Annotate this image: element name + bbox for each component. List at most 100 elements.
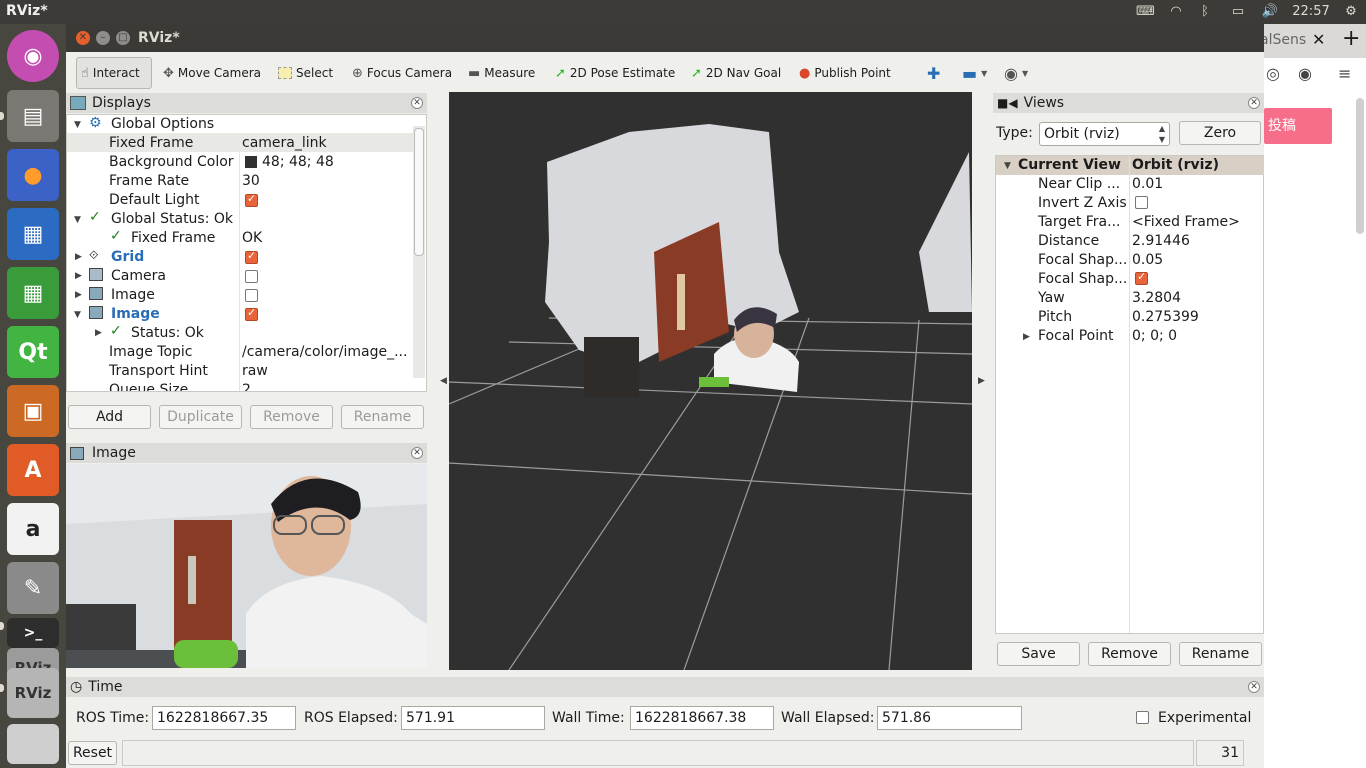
qt-icon[interactable]: Qt	[7, 326, 59, 378]
image-checkbox[interactable]	[245, 289, 258, 302]
add-tool-icon[interactable]: ✚	[927, 60, 940, 86]
target-frame-value[interactable]: <Fixed Frame>	[1132, 213, 1240, 232]
global-options-label[interactable]: Global Options	[111, 115, 214, 134]
add-display-button[interactable]: Add	[68, 405, 151, 429]
reset-button[interactable]: Reset	[68, 741, 117, 765]
writer-icon[interactable]: ▦	[7, 208, 59, 260]
queue-size-value[interactable]: 2	[242, 381, 251, 391]
image-topic-value[interactable]: /camera/color/image_...	[242, 343, 407, 362]
power-gear-icon[interactable]: ⚙	[1342, 4, 1360, 19]
ros-elapsed-field[interactable]: 571.91	[401, 706, 545, 730]
expand-arrow-icon[interactable]: ▼	[1004, 161, 1011, 171]
collapse-arrow-icon[interactable]: ▶	[75, 271, 82, 281]
expand-arrow-icon[interactable]: ▼	[74, 215, 81, 225]
right-splitter[interactable]: ▶	[974, 92, 990, 670]
post-button[interactable]: 投稿	[1264, 108, 1332, 144]
close-panel-icon[interactable]: ✕	[411, 447, 423, 459]
wall-elapsed-field[interactable]: 571.86	[877, 706, 1022, 730]
image-display-label-active[interactable]: Image	[111, 305, 160, 324]
settings-icon[interactable]: ✎	[7, 562, 59, 614]
remove-tool-icon[interactable]: ▬ ▼	[962, 60, 987, 86]
keyboard-icon[interactable]: ⌨	[1136, 4, 1155, 19]
publish-point-tool[interactable]: ● Publish Point	[799, 60, 891, 86]
near-clip-value[interactable]: 0.01	[1132, 175, 1163, 194]
close-window-icon[interactable]: ✕	[76, 31, 90, 45]
focus-camera-tool[interactable]: ⊕ Focus Camera	[352, 60, 452, 86]
maximize-window-icon[interactable]: □	[116, 31, 130, 45]
image-active-checkbox[interactable]	[245, 306, 258, 321]
invert-z-checkbox[interactable]	[1135, 196, 1148, 209]
terminal-icon[interactable]: >_	[7, 618, 59, 648]
browser-tab-title[interactable]: alSens	[1260, 32, 1306, 48]
transport-hint-value[interactable]: raw	[242, 362, 268, 381]
camera-display-label[interactable]: Camera	[111, 267, 166, 286]
window-titlebar[interactable]: ✕ – □ RViz*	[66, 24, 1264, 52]
pitch-value[interactable]: 0.275399	[1132, 308, 1199, 327]
fixed-frame-value[interactable]: camera_link	[242, 134, 327, 153]
select-tool[interactable]: Select	[278, 60, 333, 86]
frame-rate-value[interactable]: 30	[242, 172, 260, 191]
focal-shape-size-value[interactable]: 0.05	[1132, 251, 1163, 270]
wall-time-field[interactable]: 1622818667.38	[630, 706, 774, 730]
browser-scrollbar[interactable]	[1356, 98, 1364, 234]
experimental-checkbox[interactable]	[1136, 711, 1149, 724]
rename-view-button[interactable]: Rename	[1179, 642, 1262, 666]
measure-tool[interactable]: ▬ Measure	[468, 60, 535, 86]
minimize-window-icon[interactable]: –	[96, 31, 110, 45]
focal-point-value[interactable]: 0; 0; 0	[1132, 327, 1177, 346]
background-color-value[interactable]: 48; 48; 48	[262, 153, 334, 172]
trash-icon[interactable]	[7, 724, 59, 764]
distance-value[interactable]: 2.91446	[1132, 232, 1190, 251]
save-view-button[interactable]: Save	[997, 642, 1080, 666]
global-status-label[interactable]: Global Status: Ok	[111, 210, 233, 229]
grid-checkbox[interactable]	[245, 249, 258, 264]
displays-scrollbar[interactable]	[413, 126, 425, 378]
clock[interactable]: 22:57	[1290, 4, 1332, 19]
reader-icon[interactable]: ◎	[1266, 64, 1280, 83]
focal-shape-fixed-checkbox[interactable]	[1135, 270, 1148, 285]
collapse-left-icon[interactable]: ◀	[440, 376, 447, 386]
impress-icon[interactable]: ▣	[7, 385, 59, 437]
files-icon[interactable]: ▤	[7, 90, 59, 142]
current-view-label[interactable]: Current View	[1018, 156, 1121, 175]
camera-checkbox[interactable]	[245, 270, 258, 283]
duplicate-display-button[interactable]: Duplicate	[159, 405, 242, 429]
eye-icon[interactable]: ◉ ▼	[1004, 60, 1028, 86]
default-light-checkbox[interactable]	[245, 192, 258, 207]
volume-icon[interactable]: 🔊	[1260, 4, 1280, 19]
collapse-arrow-icon[interactable]: ▶	[75, 290, 82, 300]
expand-arrow-icon[interactable]: ▼	[74, 310, 81, 320]
chevron-down-icon[interactable]: ▼	[1022, 69, 1028, 78]
expand-arrow-icon[interactable]: ▼	[74, 120, 81, 130]
new-tab-icon[interactable]: +	[1342, 26, 1360, 51]
scrollbar-thumb[interactable]	[414, 128, 424, 256]
close-panel-icon[interactable]: ✕	[411, 97, 423, 109]
software-center-icon[interactable]: A	[7, 444, 59, 496]
nav-goal-tool[interactable]: ➚ 2D Nav Goal	[691, 60, 781, 86]
render-viewport[interactable]	[449, 92, 972, 670]
view-type-select[interactable]: Orbit (rviz) ▲ ▼	[1039, 122, 1170, 146]
calc-icon[interactable]: ▦	[7, 267, 59, 319]
menu-icon[interactable]: ≡	[1338, 64, 1351, 83]
collapse-right-icon[interactable]: ▶	[978, 376, 985, 386]
battery-icon[interactable]: ▭	[1226, 4, 1250, 19]
pose-estimate-tool[interactable]: ➚ 2D Pose Estimate	[555, 60, 675, 86]
collapse-arrow-icon[interactable]: ▶	[1023, 332, 1030, 342]
yaw-value[interactable]: 3.2804	[1132, 289, 1181, 308]
close-panel-icon[interactable]: ✕	[1248, 681, 1260, 693]
left-splitter[interactable]: ◀	[440, 92, 448, 670]
image-display-label[interactable]: Image	[111, 286, 155, 305]
interact-tool[interactable]: ☝ Interact	[76, 57, 152, 89]
account-icon[interactable]: ◉	[1298, 64, 1312, 83]
amazon-icon[interactable]: a	[7, 503, 59, 555]
move-camera-tool[interactable]: ✥ Move Camera	[163, 60, 261, 86]
color-swatch[interactable]	[245, 156, 257, 168]
collapse-arrow-icon[interactable]: ▶	[95, 328, 102, 338]
bluetooth-icon[interactable]: ᛒ	[1198, 4, 1212, 19]
close-panel-icon[interactable]: ✕	[1248, 97, 1260, 109]
ubuntu-dash-icon[interactable]: ◉	[7, 30, 59, 82]
image-status-label[interactable]: Status: Ok	[131, 324, 204, 343]
rviz-icon-active[interactable]: RViz	[7, 668, 59, 718]
close-tab-icon[interactable]: ✕	[1312, 30, 1325, 49]
chevron-down-icon[interactable]: ▼	[981, 69, 987, 78]
